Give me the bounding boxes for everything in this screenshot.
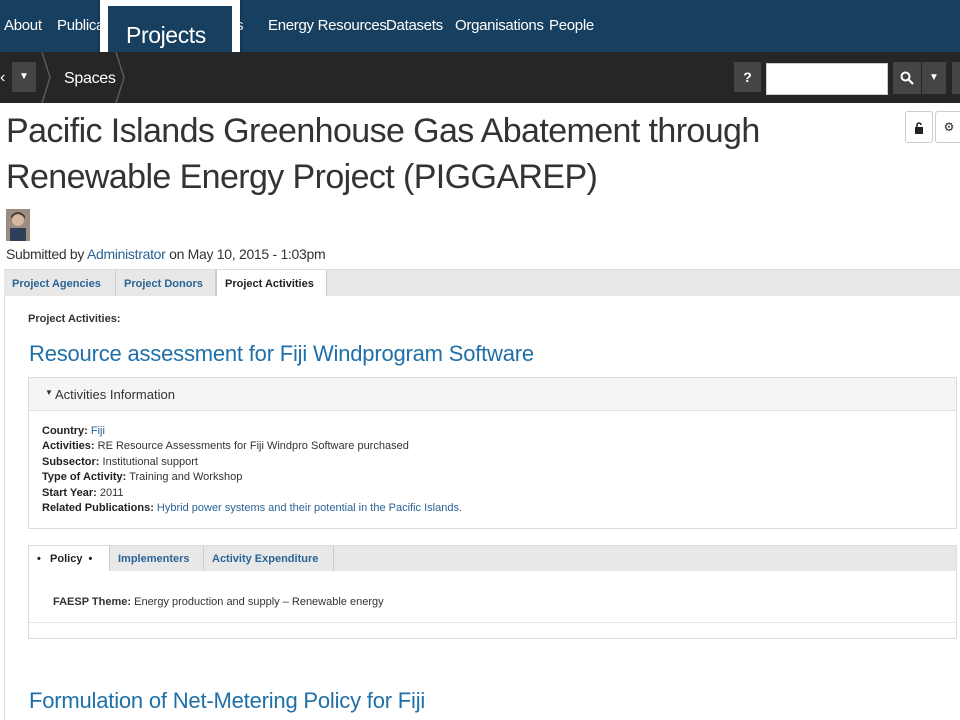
subtab-implementers[interactable]: Implementers (110, 546, 204, 571)
publication-link[interactable]: Hybrid power systems and their potential… (157, 502, 462, 514)
lock-icon[interactable] (905, 111, 933, 143)
caret-down-small-icon: ▼ (45, 388, 53, 397)
field-type-of-activity: Type of Activity: Training and Workshop (42, 471, 243, 483)
divider (29, 622, 956, 623)
tab-project-donors[interactable]: Project Donors (116, 270, 216, 296)
search-options-caret-icon[interactable]: ▼ (922, 62, 946, 94)
submitted-date: on May 10, 2015 - 1:03pm (165, 246, 326, 262)
subtab-policy[interactable]: • Policy • (29, 546, 110, 571)
country-link[interactable]: Fiji (91, 425, 105, 437)
activity-heading[interactable]: Formulation of Net-Metering Policy for F… (29, 688, 425, 714)
field-country: Country: Fiji (42, 425, 105, 437)
gear-icon[interactable]: ⚙ (935, 111, 960, 143)
activity-subtabs: • Policy • Implementers Activity Expendi… (29, 546, 956, 571)
nav-item-about[interactable]: About (4, 17, 42, 34)
project-activities-label: Project Activities: (28, 313, 121, 325)
help-icon[interactable]: ? (734, 62, 761, 92)
activity-heading[interactable]: Resource assessment for Fiji Windprogram… (29, 341, 534, 367)
tab-project-activities[interactable]: Project Activities (216, 270, 327, 296)
submitted-prefix: Submitted by (6, 246, 87, 262)
projects-label: Projects (126, 22, 206, 48)
subtab-activity-expenditure[interactable]: Activity Expenditure (204, 546, 334, 571)
field-start-year: Start Year: 2011 (42, 487, 124, 499)
caret-down-icon[interactable]: ▼ (12, 62, 36, 92)
faesp-theme: FAESP Theme: Energy production and suppl… (53, 596, 384, 608)
nav-item-people[interactable]: People (549, 17, 594, 34)
field-activities: Activities: RE Resource Assessments for … (42, 440, 409, 452)
author-link[interactable]: Administrator (87, 246, 166, 262)
field-related-publications: Related Publications: Hybrid power syste… (42, 502, 463, 514)
field-subsector: Subsector: Institutional support (42, 456, 198, 468)
activities-information-toggle[interactable]: ▼ Activities Information (29, 378, 956, 411)
breadcrumb-separator (115, 52, 125, 103)
breadcrumb-separator (41, 52, 51, 103)
toolbar-edge-button[interactable] (952, 62, 960, 94)
nav-item-energy-resources[interactable]: Energy Resources (268, 17, 387, 34)
project-tabs: Project Agencies Project Donors Project … (4, 269, 960, 296)
activities-information-title: Activities Information (55, 387, 175, 402)
tab-project-agencies[interactable]: Project Agencies (4, 270, 116, 296)
breadcrumb-spaces[interactable]: Spaces (64, 70, 116, 88)
search-input[interactable] (766, 63, 888, 95)
nav-item-datasets[interactable]: Datasets (386, 17, 443, 34)
submitted-info: Submitted by Administrator on May 10, 20… (6, 246, 326, 262)
search-icon[interactable] (893, 62, 921, 94)
nav-item-organisations[interactable]: Organisations (455, 17, 544, 34)
activity-subtabs-panel: • Policy • Implementers Activity Expendi… (28, 545, 957, 639)
chevron-left-icon[interactable]: ‹ (0, 52, 12, 103)
page-title: Pacific Islands Greenhouse Gas Abatement… (6, 112, 760, 196)
avatar (6, 209, 30, 241)
secondary-toolbar: ‹ ▼ Spaces ? ▼ (0, 52, 960, 103)
